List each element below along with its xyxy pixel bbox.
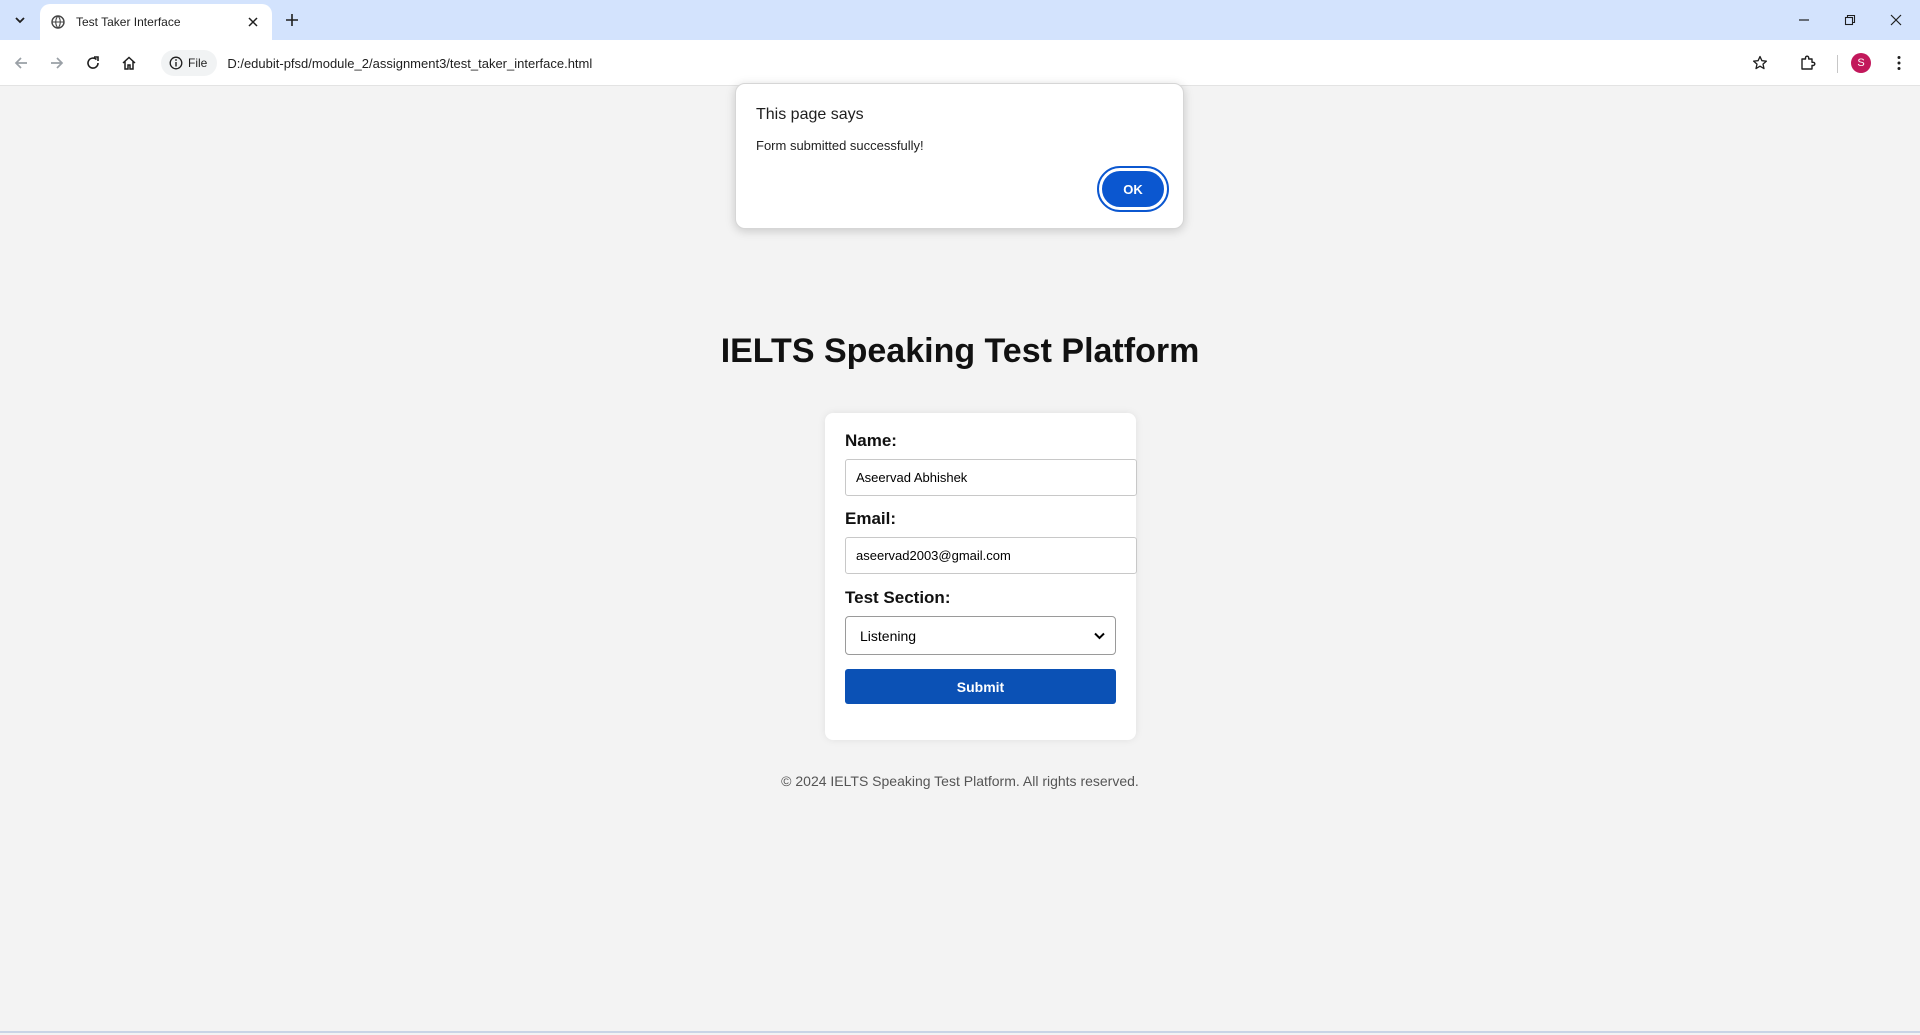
alert-title: This page says (756, 106, 864, 123)
browser-tab[interactable]: Test Taker Interface (40, 4, 272, 40)
arrow-right-icon (51, 57, 64, 69)
home-button[interactable] (114, 48, 144, 78)
alert-dialog: This page says Form submitted successful… (735, 83, 1184, 229)
test-section-select[interactable]: Listening (845, 616, 1116, 655)
bookmark-button[interactable] (1748, 51, 1772, 75)
minimize-icon (1799, 19, 1809, 21)
restore-icon (1844, 14, 1856, 26)
puzzle-icon (1801, 55, 1816, 70)
address-bar[interactable]: File D:/edubit-pfsd/module_2/assignment3… (158, 47, 1778, 79)
test-section-label: Test Section: (845, 588, 951, 607)
alert-message: Form submitted successfully! (756, 138, 924, 153)
tab-search-button[interactable] (8, 8, 32, 32)
email-field[interactable] (845, 537, 1137, 574)
tab-strip: Test Taker Interface (0, 0, 1920, 40)
submit-button[interactable]: Submit (845, 669, 1116, 704)
window-bottom-border (0, 1031, 1920, 1033)
email-label: Email: (845, 509, 897, 528)
name-field[interactable] (845, 459, 1137, 496)
star-icon (1752, 55, 1768, 70)
browser-toolbar: File D:/edubit-pfsd/module_2/assignment3… (0, 40, 1920, 86)
close-icon (248, 17, 258, 27)
back-button[interactable] (6, 48, 36, 78)
window-close-button[interactable] (1873, 0, 1919, 40)
page-title: IELTS Speaking Test Platform (720, 332, 1200, 370)
footer-copyright: © 2024 IELTS Speaking Test Platform. All… (781, 773, 1139, 789)
chevron-down-icon (1094, 632, 1105, 639)
forward-button[interactable] (42, 48, 72, 78)
close-icon (1890, 14, 1902, 26)
toolbar-divider (1837, 55, 1838, 73)
arrow-left-icon (14, 57, 27, 69)
menu-button[interactable] (1884, 48, 1914, 78)
reload-button[interactable] (78, 48, 108, 78)
test-section-value: Listening (860, 627, 917, 644)
profile-button[interactable]: S (1846, 48, 1876, 78)
site-chip-label: File (188, 56, 208, 70)
site-info-chip[interactable]: File (161, 50, 218, 76)
tab-title: Test Taker Interface (76, 15, 181, 29)
test-taker-form: Name: Email: Test Section: Listening Sub… (825, 413, 1137, 740)
more-vert-icon (1897, 56, 1901, 70)
tab-close-button[interactable] (244, 13, 262, 31)
home-icon (122, 56, 136, 70)
reload-icon (87, 56, 99, 69)
ok-button[interactable]: OK (1097, 166, 1169, 212)
minimize-button[interactable] (1781, 0, 1827, 40)
name-label: Name: (845, 431, 897, 450)
plus-icon (286, 14, 298, 26)
new-tab-button[interactable] (280, 8, 304, 32)
avatar: S (1851, 53, 1871, 73)
chevron-down-icon (15, 17, 25, 24)
globe-icon (50, 14, 66, 30)
url-text[interactable]: D:/edubit-pfsd/module_2/assignment3/test… (227, 56, 592, 71)
restore-button[interactable] (1827, 0, 1873, 40)
extensions-button[interactable] (1793, 48, 1823, 78)
info-icon (169, 56, 183, 70)
